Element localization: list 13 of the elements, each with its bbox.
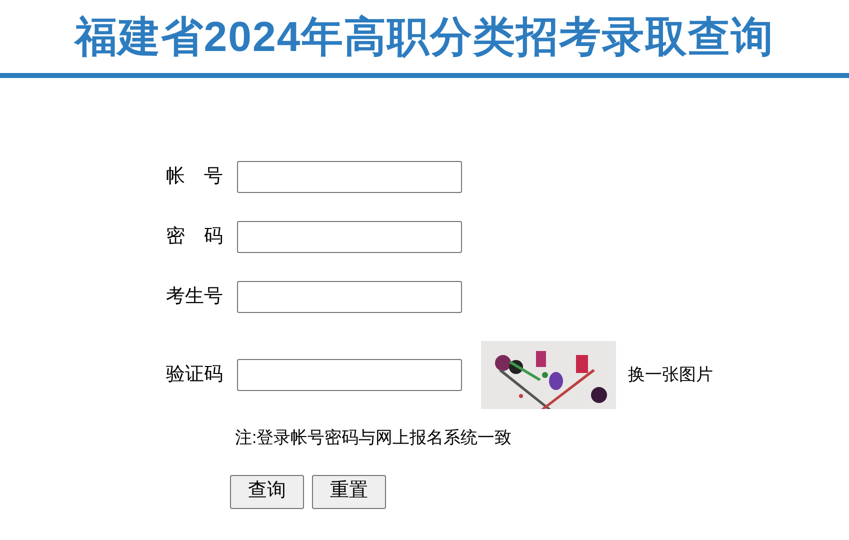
input-field[interactable] bbox=[237, 161, 462, 193]
field-label: 验证码 bbox=[166, 362, 224, 387]
note-text: 注:登录帐号密码与网上报名系统一致 bbox=[235, 427, 513, 449]
input-field[interactable] bbox=[237, 281, 462, 313]
page-title: 福建省2024年高职分类招考录取查询 bbox=[74, 16, 774, 58]
input-field[interactable] bbox=[237, 221, 462, 253]
field-label: 密 码 bbox=[166, 224, 224, 249]
field-label: 帐 号 bbox=[166, 164, 224, 189]
refresh-link[interactable]: 换一张图片 bbox=[628, 362, 713, 388]
field-label: 考生号 bbox=[166, 284, 224, 309]
input-field[interactable] bbox=[237, 359, 462, 391]
query-button[interactable]: 查询 bbox=[230, 474, 304, 508]
reset-button[interactable]: 重置 bbox=[312, 474, 386, 508]
